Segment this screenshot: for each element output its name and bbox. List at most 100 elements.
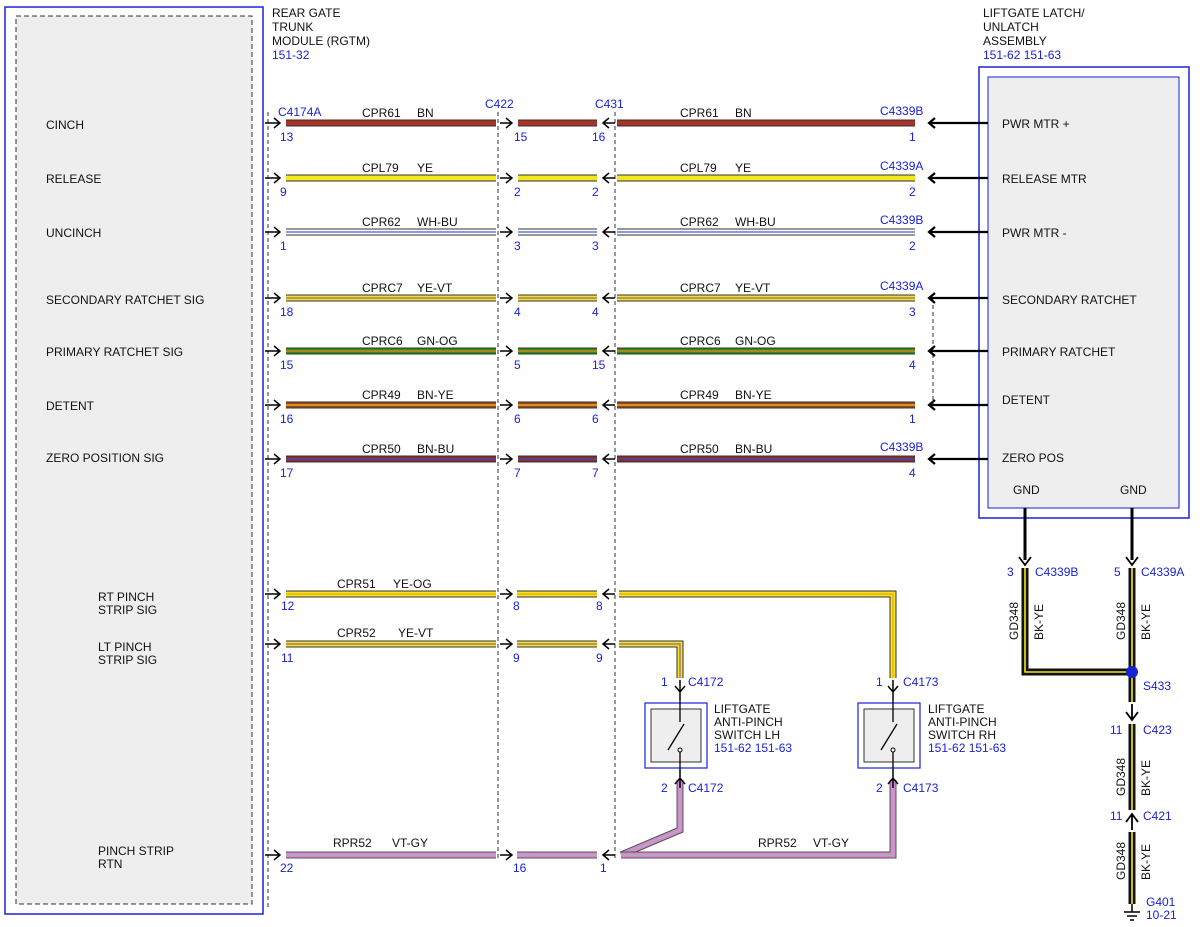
switch-rh: LIFTGATE ANTI-PINCH SWITCH RH 151-62 151… [857, 700, 1006, 769]
gnd-left-pin: 3 [1007, 565, 1014, 579]
latch-gnd-right: GND [1120, 483, 1147, 497]
wire-cpr52-pin-c431: 9 [596, 651, 603, 665]
arrow-cpr61-c422 [500, 117, 514, 129]
wire-cprc6-pin-c431: 15 [592, 358, 606, 372]
rgtm-pin-label-rt-pinch-1: RT PINCH [98, 590, 154, 604]
wire-cpr62-pin-latch: 2 [909, 239, 916, 253]
rgtm-pin-label-detent: DETENT [46, 399, 95, 413]
wire-cprc7-circuit-left: CPRC7 [362, 281, 403, 295]
wire-cpr51-circuit: CPR51 [337, 577, 376, 591]
arrow-cpl79-c422 [500, 172, 514, 184]
wire-cprc7-connector-right: C4339A [880, 279, 923, 293]
connector-c423: C423 [1143, 723, 1172, 737]
wire-cprc6-pin-c422: 5 [514, 358, 521, 372]
wire-cpr49-pin-c422: 6 [514, 412, 521, 426]
wire-cprc6-circuit-left: CPRC6 [362, 334, 403, 348]
wire-cpr51-right-base [619, 590, 897, 678]
arrow-cpr62-c422 [500, 226, 514, 238]
arrow-rpr52-c431 [601, 849, 615, 861]
rgtm-pin-label-release: RELEASE [46, 172, 101, 186]
arrow-cpr62-c431 [601, 226, 615, 238]
arrow-cpr61-rgtm [265, 117, 282, 129]
gnd-arrow-c423 [1125, 704, 1139, 722]
wire-cpr61-color-right: BN [735, 106, 752, 120]
wire-cpr50-pin-latch: 4 [909, 466, 916, 480]
wire-cpr62-pin-rgtm: 1 [280, 239, 287, 253]
wire-cpr62: CPR62 WH-BU CPR62 WH-BU 1 3 3 2 C4339B [265, 213, 988, 253]
wire-cprc6-color-right: GN-OG [735, 334, 776, 348]
c423-pin: 11 [1110, 723, 1123, 737]
wire-cprc7-pin-latch: 3 [909, 305, 916, 319]
latch-ref: 151-62 151-63 [983, 48, 1061, 62]
wire-cpr50-pin-c431: 7 [592, 466, 599, 480]
arrow-rpr52-rgtm [265, 849, 282, 861]
wire-cprc7-circuit-right: CPRC7 [680, 281, 721, 295]
switch-lh-title-3: SWITCH LH [714, 728, 780, 742]
switch-rh-title-2: ANTI-PINCH [928, 715, 997, 729]
wire-cprc7: CPRC7 YE-VT CPRC7 YE-VT 18 4 4 3 C4339A [265, 279, 988, 319]
rgtm-pin-label-secondary-ratchet: SECONDARY RATCHET SIG [46, 293, 204, 307]
wire-cpr52-circuit: CPR52 [337, 626, 376, 640]
gnd-left-connector: C4339B [1035, 565, 1078, 579]
switch-rh-title-1: LIFTGATE [928, 702, 984, 716]
wire-rpr52-color-left: VT-GY [392, 836, 428, 850]
arrow-cpr49-rgtm [265, 399, 282, 411]
arrow-cprc7-rgtm [265, 292, 282, 304]
gnd-right-color: BK-YE [1139, 604, 1153, 640]
rgtm-pin-label-cinch: CINCH [46, 118, 84, 132]
wire-cpr49-pin-c431: 6 [592, 412, 599, 426]
wire-rpr52-pin-splice: 1 [600, 861, 607, 875]
wire-cpr51-pin-c4173: 1 [876, 675, 883, 689]
arrow-cpr50-c431 [601, 453, 615, 465]
wire-rpr52-circuit-left: RPR52 [333, 836, 372, 850]
wire-cpl79: CPL79 YE CPL79 YE 9 2 2 2 C4339A [265, 159, 988, 199]
latch-pin-pwr-mtr-plus: PWR MTR + [1002, 117, 1070, 131]
wire-cpr51-color: YE-OG [393, 577, 432, 591]
wire-cprc6-circuit-right: CPRC6 [680, 334, 721, 348]
wire-cprc6: CPRC6 GN-OG CPRC6 GN-OG 15 5 15 4 [265, 334, 988, 372]
arrow-cpr62-rgtm [265, 226, 282, 238]
wire-rpr52-pin-c4173: 2 [876, 781, 883, 795]
wire-cpr50-pin-rgtm: 17 [280, 466, 294, 480]
wire-cpr61-connector-right: C4339B [880, 104, 923, 118]
gnd-bot-circuit: GD348 [1114, 842, 1128, 880]
latch-pin-primary-ratchet: PRIMARY RATCHET [1002, 345, 1116, 359]
wire-cpr50-connector-right: C4339B [880, 440, 923, 454]
wire-cpr50-circuit-right: CPR50 [680, 442, 719, 456]
arrow-c4173-top [887, 680, 899, 700]
wire-cpr62-pin-c431: 3 [592, 239, 599, 253]
wire-cpl79-pin-latch: 2 [909, 185, 916, 199]
connector-c4172-top: C4172 [688, 675, 724, 689]
arrow-cpr52-c422 [500, 638, 514, 650]
ground-symbol-icon [1124, 904, 1140, 921]
wire-cpl79-circuit-right: CPL79 [680, 161, 717, 175]
wire-cpl79-pin-rgtm: 9 [280, 185, 287, 199]
arrow-cpr51-rgtm [265, 588, 282, 600]
wire-rpr52: RPR52 VT-GY RPR52 VT-GY 22 16 1 2 2 [280, 780, 897, 875]
wire-cpl79-pin-c422: 2 [514, 185, 521, 199]
gnd-mid-color: BK-YE [1139, 760, 1153, 796]
wire-cpr52-color: YE-VT [398, 626, 434, 640]
connector-c4173-top: C4173 [903, 675, 939, 689]
wire-cpr52-right-fill [619, 641, 683, 678]
latch-title-line3: ASSEMBLY [983, 34, 1047, 48]
switch-lh-ref: 151-62 151-63 [714, 741, 792, 755]
switch-lh-title-1: LIFTGATE [714, 702, 770, 716]
wire-cpl79-color-left: YE [417, 161, 433, 175]
wire-cpr52: CPR52 YE-VT 11 9 9 1 [281, 626, 684, 689]
rgtm-title-line1: REAR GATE [272, 6, 340, 20]
rgtm-ref: 151-32 [272, 48, 310, 62]
latch-title-line1: LIFTGATE LATCH/ [983, 6, 1085, 20]
wire-cpl79-color-right: YE [735, 161, 751, 175]
latch-module: LIFTGATE LATCH/ UNLATCH ASSEMBLY 151-62 … [978, 6, 1190, 519]
wire-cpl79-connector-right: C4339A [880, 159, 923, 173]
wire-cpr61-color-left: BN [417, 106, 434, 120]
wire-cprc6-pin-latch: 4 [909, 358, 916, 372]
wire-cpr51-right-fill [619, 591, 896, 678]
arrow-cpl79-c431 [601, 172, 615, 184]
switch-lh-title-2: ANTI-PINCH [714, 715, 783, 729]
connector-c431: C431 [595, 97, 624, 111]
wire-cpr61-circuit-left: CPR61 [362, 106, 401, 120]
latch-pin-zero-pos: ZERO POS [1002, 451, 1064, 465]
rgtm-pin-label-primary-ratchet: PRIMARY RATCHET SIG [46, 345, 183, 359]
